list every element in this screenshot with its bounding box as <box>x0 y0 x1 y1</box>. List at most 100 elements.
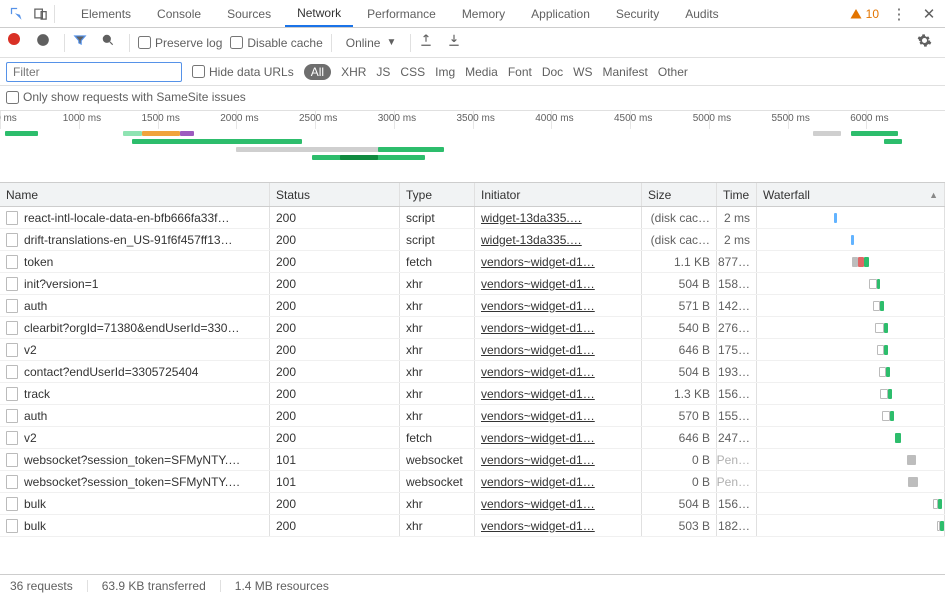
col-type[interactable]: Type <box>400 183 475 206</box>
cell-initiator[interactable]: vendors~widget-d1… <box>475 339 642 360</box>
table-row[interactable]: bulk200xhrvendors~widget-d1…503 B182… <box>0 515 945 537</box>
preserve-log-checkbox[interactable]: Preserve log <box>138 36 222 50</box>
table-row[interactable]: init?version=1200xhrvendors~widget-d1…50… <box>0 273 945 295</box>
table-row[interactable]: v2200xhrvendors~widget-d1…646 B175… <box>0 339 945 361</box>
cell-initiator[interactable]: vendors~widget-d1… <box>475 515 642 536</box>
cell-initiator[interactable]: vendors~widget-d1… <box>475 405 642 426</box>
cell-initiator[interactable]: vendors~widget-d1… <box>475 251 642 272</box>
waterfall-bar <box>907 455 916 465</box>
table-row[interactable]: clearbit?orgId=71380&endUserId=330…200xh… <box>0 317 945 339</box>
settings-gear-icon[interactable] <box>917 33 937 53</box>
table-row[interactable]: auth200xhrvendors~widget-d1…570 B155… <box>0 405 945 427</box>
cell-name: websocket?session_token=SFMyNTY.… <box>0 471 270 492</box>
type-filter-media[interactable]: Media <box>465 65 498 79</box>
record-button[interactable] <box>8 33 28 53</box>
table-row[interactable]: auth200xhrvendors~widget-d1…571 B142… <box>0 295 945 317</box>
filter-icon[interactable] <box>73 33 93 53</box>
cell-initiator[interactable]: widget-13da335.… <box>475 229 642 250</box>
tab-security[interactable]: Security <box>604 0 671 27</box>
tab-application[interactable]: Application <box>519 0 602 27</box>
close-icon[interactable]: ✕ <box>919 4 939 24</box>
cell-time: 155… <box>717 405 757 426</box>
type-filter-js[interactable]: JS <box>376 65 390 79</box>
cell-type: xhr <box>400 383 475 404</box>
overview-bar <box>142 131 180 136</box>
table-row[interactable]: drift-translations-en_US-91f6f457ff13…20… <box>0 229 945 251</box>
timeline-overview[interactable]: 500 ms1000 ms1500 ms2000 ms2500 ms3000 m… <box>0 111 945 183</box>
tab-console[interactable]: Console <box>145 0 213 27</box>
samesite-checkbox[interactable]: Only show requests with SameSite issues <box>6 90 246 104</box>
type-filter-ws[interactable]: WS <box>573 65 592 79</box>
search-icon[interactable] <box>101 33 121 53</box>
status-resources: 1.4 MB resources <box>235 579 329 593</box>
hide-data-urls-checkbox[interactable]: Hide data URLs <box>192 65 294 79</box>
type-filter-xhr[interactable]: XHR <box>341 65 366 79</box>
cell-initiator[interactable]: vendors~widget-d1… <box>475 449 642 470</box>
col-waterfall[interactable]: Waterfall <box>757 183 945 206</box>
overview-bar <box>378 147 444 152</box>
tab-memory[interactable]: Memory <box>450 0 517 27</box>
type-filter-other[interactable]: Other <box>658 65 688 79</box>
divider <box>54 5 55 23</box>
clear-icon[interactable] <box>36 33 56 53</box>
cell-status: 200 <box>270 317 400 338</box>
table-row[interactable]: v2200fetchvendors~widget-d1…646 B247… <box>0 427 945 449</box>
overview-bar <box>132 139 302 144</box>
type-filter-all[interactable]: All <box>304 64 331 80</box>
table-row[interactable]: websocket?session_token=SFMyNTY.…101webs… <box>0 449 945 471</box>
cell-size: 646 B <box>642 339 717 360</box>
type-filter-css[interactable]: CSS <box>400 65 425 79</box>
file-icon <box>6 519 18 533</box>
col-status[interactable]: Status <box>270 183 400 206</box>
cell-initiator[interactable]: vendors~widget-d1… <box>475 273 642 294</box>
type-filter-img[interactable]: Img <box>435 65 455 79</box>
type-filter-manifest[interactable]: Manifest <box>603 65 648 79</box>
import-har-icon[interactable] <box>419 33 439 53</box>
cell-initiator[interactable]: vendors~widget-d1… <box>475 295 642 316</box>
filter-input[interactable] <box>6 62 182 82</box>
cell-initiator[interactable]: vendors~widget-d1… <box>475 361 642 382</box>
table-row[interactable]: track200xhrvendors~widget-d1…1.3 KB156… <box>0 383 945 405</box>
table-row[interactable]: websocket?session_token=SFMyNTY.…101webs… <box>0 471 945 493</box>
tab-elements[interactable]: Elements <box>69 0 143 27</box>
cell-size: 0 B <box>642 449 717 470</box>
tab-performance[interactable]: Performance <box>355 0 448 27</box>
type-filter-doc[interactable]: Doc <box>542 65 563 79</box>
cell-name: drift-translations-en_US-91f6f457ff13… <box>0 229 270 250</box>
tab-audits[interactable]: Audits <box>673 0 730 27</box>
device-toolbar-icon[interactable] <box>30 4 50 24</box>
cell-initiator[interactable]: vendors~widget-d1… <box>475 427 642 448</box>
table-row[interactable]: bulk200xhrvendors~widget-d1…504 B156… <box>0 493 945 515</box>
cell-type: xhr <box>400 339 475 360</box>
kebab-menu-icon[interactable]: ⋮ <box>889 4 909 24</box>
table-row[interactable]: token200fetchvendors~widget-d1…1.1 KB877… <box>0 251 945 273</box>
cell-initiator[interactable]: widget-13da335.… <box>475 207 642 228</box>
cell-name: contact?endUserId=3305725404 <box>0 361 270 382</box>
cell-initiator[interactable]: vendors~widget-d1… <box>475 317 642 338</box>
warning-count[interactable]: 10 <box>850 7 879 21</box>
inspect-element-icon[interactable] <box>6 4 26 24</box>
file-icon <box>6 475 18 489</box>
col-size[interactable]: Size <box>642 183 717 206</box>
file-icon <box>6 453 18 467</box>
type-filter-font[interactable]: Font <box>508 65 532 79</box>
tab-sources[interactable]: Sources <box>215 0 283 27</box>
col-time[interactable]: Time <box>717 183 757 206</box>
cell-status: 200 <box>270 339 400 360</box>
throttling-select[interactable]: Online ▼ <box>340 36 403 50</box>
tab-network[interactable]: Network <box>285 0 353 27</box>
export-har-icon[interactable] <box>447 33 467 53</box>
cell-initiator[interactable]: vendors~widget-d1… <box>475 493 642 514</box>
cell-status: 200 <box>270 207 400 228</box>
cell-initiator[interactable]: vendors~widget-d1… <box>475 383 642 404</box>
table-row[interactable]: react-intl-locale-data-en-bfb666fa33f…20… <box>0 207 945 229</box>
cell-initiator[interactable]: vendors~widget-d1… <box>475 471 642 492</box>
disable-cache-checkbox[interactable]: Disable cache <box>230 36 322 50</box>
cell-size: 540 B <box>642 317 717 338</box>
cell-size: (disk cac… <box>642 229 717 250</box>
table-row[interactable]: contact?endUserId=3305725404200xhrvendor… <box>0 361 945 383</box>
col-initiator[interactable]: Initiator <box>475 183 642 206</box>
col-name[interactable]: Name <box>0 183 270 206</box>
file-icon <box>6 343 18 357</box>
waterfall-bar <box>858 257 864 267</box>
